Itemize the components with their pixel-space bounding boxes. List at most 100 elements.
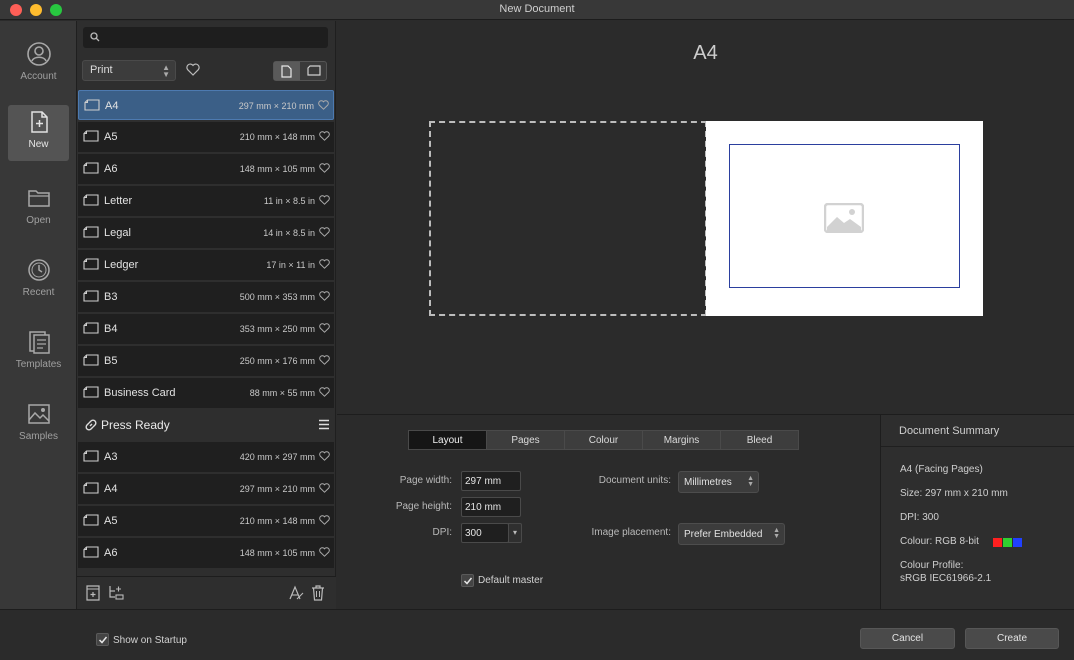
preset-size: 88 mm × 55 mm: [249, 388, 315, 398]
page-margin-guide: [729, 144, 960, 288]
updown-arrows-icon: ▲ ▼: [162, 63, 170, 79]
preset-size: 148 mm × 105 mm: [239, 164, 315, 174]
tab-colour[interactable]: Colour: [564, 430, 643, 450]
favourite-heart-icon[interactable]: [319, 451, 330, 464]
favourite-heart-icon[interactable]: [318, 100, 329, 113]
cancel-button[interactable]: Cancel: [860, 628, 955, 649]
updown-arrows-icon: ▲ ▼: [773, 527, 780, 540]
summary-size: Size: 297 mm x 210 mm: [900, 488, 1008, 499]
preset-row[interactable]: B5 250 mm × 176 mm: [78, 346, 334, 376]
tab-pages[interactable]: Pages: [486, 430, 565, 450]
preset-name: A6: [104, 163, 118, 175]
favourite-heart-icon[interactable]: [319, 291, 330, 304]
nav-new[interactable]: New: [8, 105, 69, 161]
preset-name: A3: [104, 451, 118, 463]
nav-recent-label: Recent: [22, 287, 55, 298]
page-height-field[interactable]: 210 mm: [461, 497, 521, 517]
preset-row[interactable]: A5 210 mm × 148 mm: [78, 506, 334, 536]
nav-open[interactable]: Open: [8, 181, 69, 237]
favourite-heart-icon[interactable]: [319, 387, 330, 400]
landscape-document-icon: [83, 130, 99, 145]
dpi-field[interactable]: 300: [461, 523, 509, 543]
favourites-filter-heart-icon[interactable]: [186, 63, 200, 79]
favourite-heart-icon[interactable]: [319, 163, 330, 176]
preset-name: B5: [104, 355, 118, 367]
landscape-document-icon: [83, 386, 99, 401]
preset-row[interactable]: A4 297 mm × 210 mm: [78, 90, 334, 120]
hamburger-menu-icon[interactable]: [318, 419, 330, 433]
preset-size: 11 in × 8.5 in: [263, 196, 315, 206]
summary-dpi: DPI: 300: [900, 512, 939, 523]
left-navigation: Account New Open Recent Templates Sample…: [0, 21, 77, 660]
preset-size: 420 mm × 297 mm: [239, 452, 315, 462]
favourite-heart-icon[interactable]: [319, 227, 330, 240]
preset-name: A5: [104, 131, 118, 143]
samples-image-icon: [8, 401, 69, 427]
landscape-document-icon: [84, 99, 100, 114]
portrait-orientation-button[interactable]: [274, 62, 300, 80]
preset-name: A4: [104, 483, 118, 495]
nav-account[interactable]: Account: [8, 37, 69, 93]
preset-row[interactable]: A6 148 mm × 105 mm: [78, 154, 334, 184]
document-summary-title: Document Summary: [881, 415, 1074, 447]
image-placeholder-icon: [823, 202, 865, 236]
favourite-heart-icon[interactable]: [319, 259, 330, 272]
trash-icon[interactable]: [311, 585, 325, 604]
tab-bleed[interactable]: Bleed: [720, 430, 799, 450]
preset-row[interactable]: A3 420 mm × 297 mm: [78, 442, 334, 472]
folder-icon: [8, 185, 69, 211]
favourite-heart-icon[interactable]: [319, 195, 330, 208]
default-master-checkbox[interactable]: [461, 574, 474, 587]
page-width-field[interactable]: 297 mm: [461, 471, 521, 491]
preset-size: 500 mm × 353 mm: [239, 292, 315, 302]
dpi-label: DPI:: [432, 527, 452, 538]
templates-icon: [8, 329, 69, 355]
dialog-footer: Show on Startup Cancel Create: [0, 609, 1074, 660]
tab-margins[interactable]: Margins: [642, 430, 721, 450]
document-units-select[interactable]: Millimetres ▲ ▼: [678, 471, 759, 493]
page-height-label: Page height:: [395, 501, 452, 512]
category-select[interactable]: Print ▲ ▼: [82, 60, 176, 81]
favourite-heart-icon[interactable]: [319, 131, 330, 144]
preset-size: 210 mm × 148 mm: [239, 132, 315, 142]
favourite-heart-icon[interactable]: [319, 547, 330, 560]
landscape-document-icon: [83, 194, 99, 209]
nav-recent[interactable]: Recent: [8, 253, 69, 309]
nav-samples[interactable]: Samples: [8, 397, 69, 453]
favourite-heart-icon[interactable]: [319, 323, 330, 336]
create-button[interactable]: Create: [965, 628, 1059, 649]
preset-row[interactable]: B4 353 mm × 250 mm: [78, 314, 334, 344]
landscape-document-icon: [83, 450, 99, 465]
orientation-toggle: [273, 61, 327, 81]
preset-row[interactable]: A6 148 mm × 105 mm: [78, 538, 334, 568]
tab-layout[interactable]: Layout: [408, 430, 487, 450]
preset-row[interactable]: A5 210 mm × 148 mm: [78, 122, 334, 152]
preset-row[interactable]: Business Card 88 mm × 55 mm: [78, 378, 334, 408]
preset-row[interactable]: Legal 14 in × 8.5 in: [78, 218, 334, 248]
show-on-startup-checkbox[interactable]: [96, 633, 109, 646]
rename-preset-icon[interactable]: [288, 585, 304, 604]
colour-swatch-green: [1003, 538, 1012, 547]
landscape-document-icon: [83, 290, 99, 305]
search-input[interactable]: [105, 29, 320, 46]
document-summary: Document Summary A4 (Facing Pages) Size:…: [880, 414, 1074, 609]
nav-templates[interactable]: Templates: [8, 325, 69, 381]
preset-row[interactable]: B3 500 mm × 353 mm: [78, 282, 334, 312]
preset-name: A4: [105, 100, 119, 112]
add-category-icon[interactable]: [108, 585, 124, 604]
favourite-heart-icon[interactable]: [319, 483, 330, 496]
landscape-document-icon: [83, 514, 99, 529]
colour-swatch-blue: [1013, 538, 1022, 547]
search-box: [83, 27, 328, 48]
preset-row[interactable]: Ledger 17 in × 11 in: [78, 250, 334, 280]
preset-row[interactable]: A4 297 mm × 210 mm: [78, 474, 334, 504]
press-ready-section-header[interactable]: Press Ready: [78, 410, 334, 440]
favourite-heart-icon[interactable]: [319, 355, 330, 368]
recent-clock-icon: [8, 257, 69, 283]
favourite-heart-icon[interactable]: [319, 515, 330, 528]
landscape-orientation-button[interactable]: [300, 62, 326, 80]
add-preset-icon[interactable]: [86, 585, 100, 604]
preset-row[interactable]: Letter 11 in × 8.5 in: [78, 186, 334, 216]
dpi-dropdown-chevron-icon[interactable]: ▾: [508, 523, 522, 543]
image-placement-select[interactable]: Prefer Embedded ▲ ▼: [678, 523, 785, 545]
